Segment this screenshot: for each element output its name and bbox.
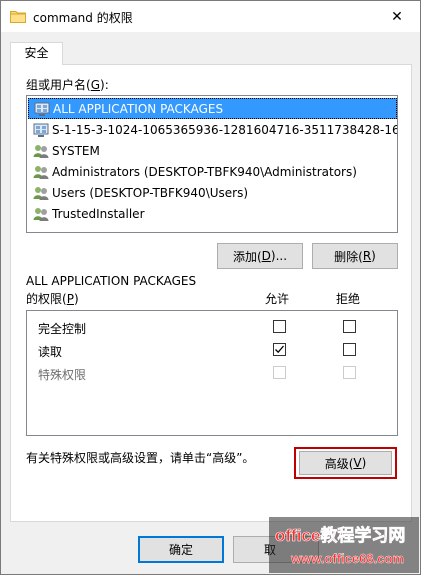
remove-button[interactable]: 删除(R) [312,243,398,269]
permission-name: 特殊权限 [38,368,87,382]
list-item-label: SYSTEM [52,143,100,158]
advanced-note: 有关特殊权限或高级设置，请单击“高级”。 [26,451,255,465]
users-group-icon [33,207,49,221]
list-item[interactable]: Administrators (DESKTOP-TBFK940\Administ… [28,161,397,182]
svg-text:www.office68.com: www.office68.com [290,551,404,566]
title-bar: command 的权限 ✕ [1,1,420,32]
close-icon: ✕ [391,8,403,25]
add-button[interactable]: 添加(D)... [217,243,303,269]
permission-name: 完全控制 [38,322,87,336]
tab-security-label: 安全 [24,46,49,60]
deny-full-control-checkbox[interactable] [343,320,356,333]
list-item[interactable]: ALL APPLICATION PACKAGES [28,98,397,119]
allow-read-checkbox[interactable] [273,343,286,356]
deny-special-checkbox [343,366,356,379]
list-item-label: ALL APPLICATION PACKAGES [53,101,224,116]
users-group-icon [33,186,49,200]
deny-column-header: 拒绝 [336,292,361,306]
list-item[interactable]: S-1-15-3-1024-1065365936-1281604716-3511… [28,119,397,140]
permission-row: 读取 [27,339,397,361]
permission-name: 读取 [38,345,63,359]
watermark: office教程学习网 www.office68.com [269,517,419,573]
app-packages-icon [34,102,50,116]
permissions-title: 的权限(P) [26,292,79,306]
checkmark-icon [275,345,284,354]
list-item[interactable]: TrustedInstaller [28,203,397,224]
tab-security[interactable]: 安全 [10,42,63,65]
list-item-label: S-1-15-3-1024-1065365936-1281604716-3511… [52,122,397,137]
permissions-list: 完全控制 读取 特殊权限 [26,310,398,436]
allow-column-header: 允许 [265,292,290,306]
users-group-icon [33,165,49,179]
list-item-label: Users (DESKTOP-TBFK940\Users) [52,185,249,200]
deny-read-checkbox[interactable] [343,343,356,356]
groups-label: 组或用户名(G): [26,78,109,92]
permission-row: 完全控制 [27,316,397,338]
permissions-dialog: command 的权限 ✕ 安全 组或用户名(G): ALL APPLICATI… [0,0,421,575]
advanced-highlight-box [294,447,397,479]
permission-row: 特殊权限 [27,362,397,384]
window-title: command 的权限 [33,11,133,25]
list-item-label: Administrators (DESKTOP-TBFK940\Administ… [52,164,357,179]
permissions-for-label: ALL APPLICATION PACKAGES [26,274,197,288]
app-packages-icon [33,123,49,137]
groups-listbox[interactable]: ALL APPLICATION PACKAGES S-1-15-3-1024-1… [26,95,398,233]
folder-icon [10,11,26,23]
list-item[interactable]: Users (DESKTOP-TBFK940\Users) [28,182,397,203]
security-panel: 组或用户名(G): ALL APPLICATION PACKAGES S-1-1… [10,64,412,522]
list-item-label: TrustedInstaller [52,206,145,221]
users-group-icon [33,144,49,158]
list-item[interactable]: SYSTEM [28,140,397,161]
watermark-logo: office教程学习网 www.office68.com [269,517,419,573]
svg-text:office教程学习网: office教程学习网 [275,525,405,545]
ok-button[interactable]: 确定 [138,536,224,563]
close-button[interactable]: ✕ [374,1,420,32]
allow-special-checkbox [273,366,286,379]
allow-full-control-checkbox[interactable] [273,320,286,333]
